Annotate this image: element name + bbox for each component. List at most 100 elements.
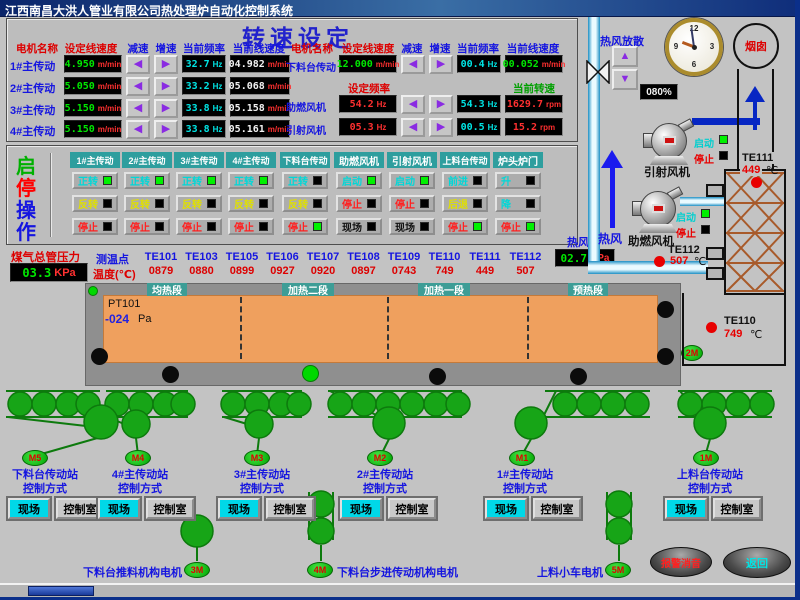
station-0-remote-button[interactable]: 控制室 bbox=[56, 498, 104, 519]
startstop-1-正转-button[interactable]: 正转 bbox=[124, 172, 170, 189]
station-4-local-button[interactable]: 现场 bbox=[485, 498, 527, 519]
startstop-4-反转-button[interactable]: 反转 bbox=[282, 195, 328, 212]
startstop-6-现场-button[interactable]: 现场 bbox=[389, 218, 435, 235]
status-indicator bbox=[207, 176, 216, 185]
furnace-section-0: 均热段 bbox=[147, 283, 187, 296]
valve-icon bbox=[586, 60, 610, 84]
taskbar-button[interactable] bbox=[28, 586, 94, 596]
combustion-stop-indicator bbox=[701, 225, 710, 234]
te111-unit: ℃ bbox=[766, 164, 778, 177]
drive-1-increase-button[interactable]: ▶ bbox=[154, 55, 178, 74]
te112-unit: ℃ bbox=[694, 255, 706, 268]
startstop-3-停止-button[interactable]: 停止 bbox=[228, 218, 274, 235]
furnace-wheel-4 bbox=[657, 301, 674, 318]
motor-label-3M: 下料台推料机构电机 bbox=[70, 564, 182, 580]
startstop-2-反转-button[interactable]: 反转 bbox=[176, 195, 222, 212]
startstop-7-停止-button[interactable]: 停止 bbox=[442, 218, 488, 235]
hdr-curfreq-right: 当前频率 bbox=[455, 41, 501, 56]
startstop-1-停止-button[interactable]: 停止 bbox=[124, 218, 170, 235]
station-1-local-button[interactable]: 现场 bbox=[98, 498, 140, 519]
rdrive-2-decrease-button[interactable]: ◀ bbox=[401, 118, 425, 137]
startstop-2-停止-button[interactable]: 停止 bbox=[176, 218, 222, 235]
hdr-motor-right: 电机名称 bbox=[286, 41, 338, 56]
drive-2-speed-display: 05.068m/min bbox=[230, 77, 290, 95]
rdrive-1-cur-display: 1629.7rpm bbox=[505, 95, 563, 113]
startstop-col-4-header: 下料台传动 bbox=[280, 152, 330, 168]
station-2-local-button[interactable]: 现场 bbox=[218, 498, 260, 519]
station-4-motor-mark: M1 bbox=[509, 450, 535, 466]
temp-value-TE111: 449 bbox=[464, 265, 506, 277]
startstop-8-降-button[interactable]: 降 bbox=[495, 195, 541, 212]
startstop-5-停止-button[interactable]: 停止 bbox=[336, 195, 382, 212]
station-5-local-button[interactable]: 现场 bbox=[665, 498, 707, 519]
drive-name-2: 2#主传动 bbox=[10, 80, 64, 96]
drive-4-speed-display: 05.161m/min bbox=[230, 120, 290, 138]
startstop-4-停止-button[interactable]: 停止 bbox=[282, 218, 328, 235]
drive-1-decrease-button[interactable]: ◀ bbox=[126, 55, 150, 74]
rdrive-0-increase-button[interactable]: ▶ bbox=[429, 55, 453, 74]
station-0-motor-mark: M5 bbox=[22, 450, 48, 466]
station-5-mode-label: 控制方式 bbox=[653, 480, 767, 496]
rdrive-1-increase-button[interactable]: ▶ bbox=[429, 95, 453, 114]
hot-air-flow-label: 热风 bbox=[598, 230, 622, 247]
hdr-dec-right: 减速 bbox=[399, 41, 425, 56]
motor-label-5M: 上料小车电机 bbox=[523, 564, 603, 580]
chimney-flow-arrow bbox=[753, 100, 757, 130]
rdrive-2-increase-button[interactable]: ▶ bbox=[429, 118, 453, 137]
station-3-remote-button[interactable]: 控制室 bbox=[388, 498, 436, 519]
status-indicator bbox=[155, 222, 164, 231]
station-5-remote-button[interactable]: 控制室 bbox=[713, 498, 761, 519]
ejector-fan-icon bbox=[640, 120, 702, 166]
startstop-7-前进-button[interactable]: 前进 bbox=[442, 172, 488, 189]
startstop-1-反转-button[interactable]: 反转 bbox=[124, 195, 170, 212]
back-button[interactable]: 返回 bbox=[723, 547, 791, 578]
rdrive-0-decrease-button[interactable]: ◀ bbox=[401, 55, 425, 74]
hdr-setfreq: 设定频率 bbox=[341, 81, 397, 96]
te112-value: 507 bbox=[670, 255, 688, 267]
startstop-7-后退-button[interactable]: 后退 bbox=[442, 195, 488, 212]
window-title: 江西南昌大洪人管业有限公司热处理炉自动化控制系统 bbox=[5, 2, 293, 19]
release-increase-button[interactable]: ▲ bbox=[612, 46, 638, 67]
drive-4-increase-button[interactable]: ▶ bbox=[154, 120, 178, 139]
status-indicator bbox=[103, 176, 112, 185]
drive-2-increase-button[interactable]: ▶ bbox=[154, 77, 178, 96]
drive-3-decrease-button[interactable]: ◀ bbox=[126, 99, 150, 118]
startstop-0-正转-button[interactable]: 正转 bbox=[72, 172, 118, 189]
station-1-mode-label: 控制方式 bbox=[83, 480, 197, 496]
drive-4-decrease-button[interactable]: ◀ bbox=[126, 120, 150, 139]
furnace-wheel-0 bbox=[91, 348, 108, 365]
startstop-6-停止-button[interactable]: 停止 bbox=[389, 195, 435, 212]
rdrive-name-2: 引射风机 bbox=[286, 122, 338, 137]
startstop-6-启动-button[interactable]: 启动 bbox=[389, 172, 435, 189]
startstop-2-正转-button[interactable]: 正转 bbox=[176, 172, 222, 189]
startstop-5-现场-button[interactable]: 现场 bbox=[336, 218, 382, 235]
startstop-8-升-button[interactable]: 升 bbox=[495, 172, 541, 189]
startstop-3-反转-button[interactable]: 反转 bbox=[228, 195, 274, 212]
startstop-3-正转-button[interactable]: 正转 bbox=[228, 172, 274, 189]
startstop-5-启动-button[interactable]: 启动 bbox=[336, 172, 382, 189]
alarm-mute-button[interactable]: 报警消音 bbox=[650, 547, 712, 577]
startstop-0-反转-button[interactable]: 反转 bbox=[72, 195, 118, 212]
station-0-local-button[interactable]: 现场 bbox=[8, 498, 50, 519]
startstop-8-停止-button[interactable]: 停止 bbox=[495, 218, 541, 235]
startstop-4-正转-button[interactable]: 正转 bbox=[282, 172, 328, 189]
station-1-remote-button[interactable]: 控制室 bbox=[146, 498, 194, 519]
te110-value: 749 bbox=[724, 328, 742, 340]
ejector-start-indicator bbox=[719, 135, 728, 144]
rdrive-1-decrease-button[interactable]: ◀ bbox=[401, 95, 425, 114]
station-3-local-button[interactable]: 现场 bbox=[340, 498, 382, 519]
rdrive-name-1: 助燃风机 bbox=[286, 99, 338, 114]
temp-tag-TE106: TE106 bbox=[262, 251, 304, 263]
combustion-start-label: 启动 bbox=[676, 209, 696, 224]
release-decrease-button[interactable]: ▼ bbox=[612, 69, 638, 90]
drive-2-decrease-button[interactable]: ◀ bbox=[126, 77, 150, 96]
station-2-remote-button[interactable]: 控制室 bbox=[266, 498, 314, 519]
station-4-remote-button[interactable]: 控制室 bbox=[533, 498, 581, 519]
drive-3-increase-button[interactable]: ▶ bbox=[154, 99, 178, 118]
startstop-0-停止-button[interactable]: 停止 bbox=[72, 218, 118, 235]
chimney-wall-left bbox=[737, 69, 739, 170]
tower-flange-3 bbox=[706, 267, 724, 280]
furnace-divider-2 bbox=[527, 297, 529, 359]
furnace-section-3: 预热段 bbox=[568, 283, 608, 296]
drive-name-4: 4#主传动 bbox=[10, 123, 64, 139]
